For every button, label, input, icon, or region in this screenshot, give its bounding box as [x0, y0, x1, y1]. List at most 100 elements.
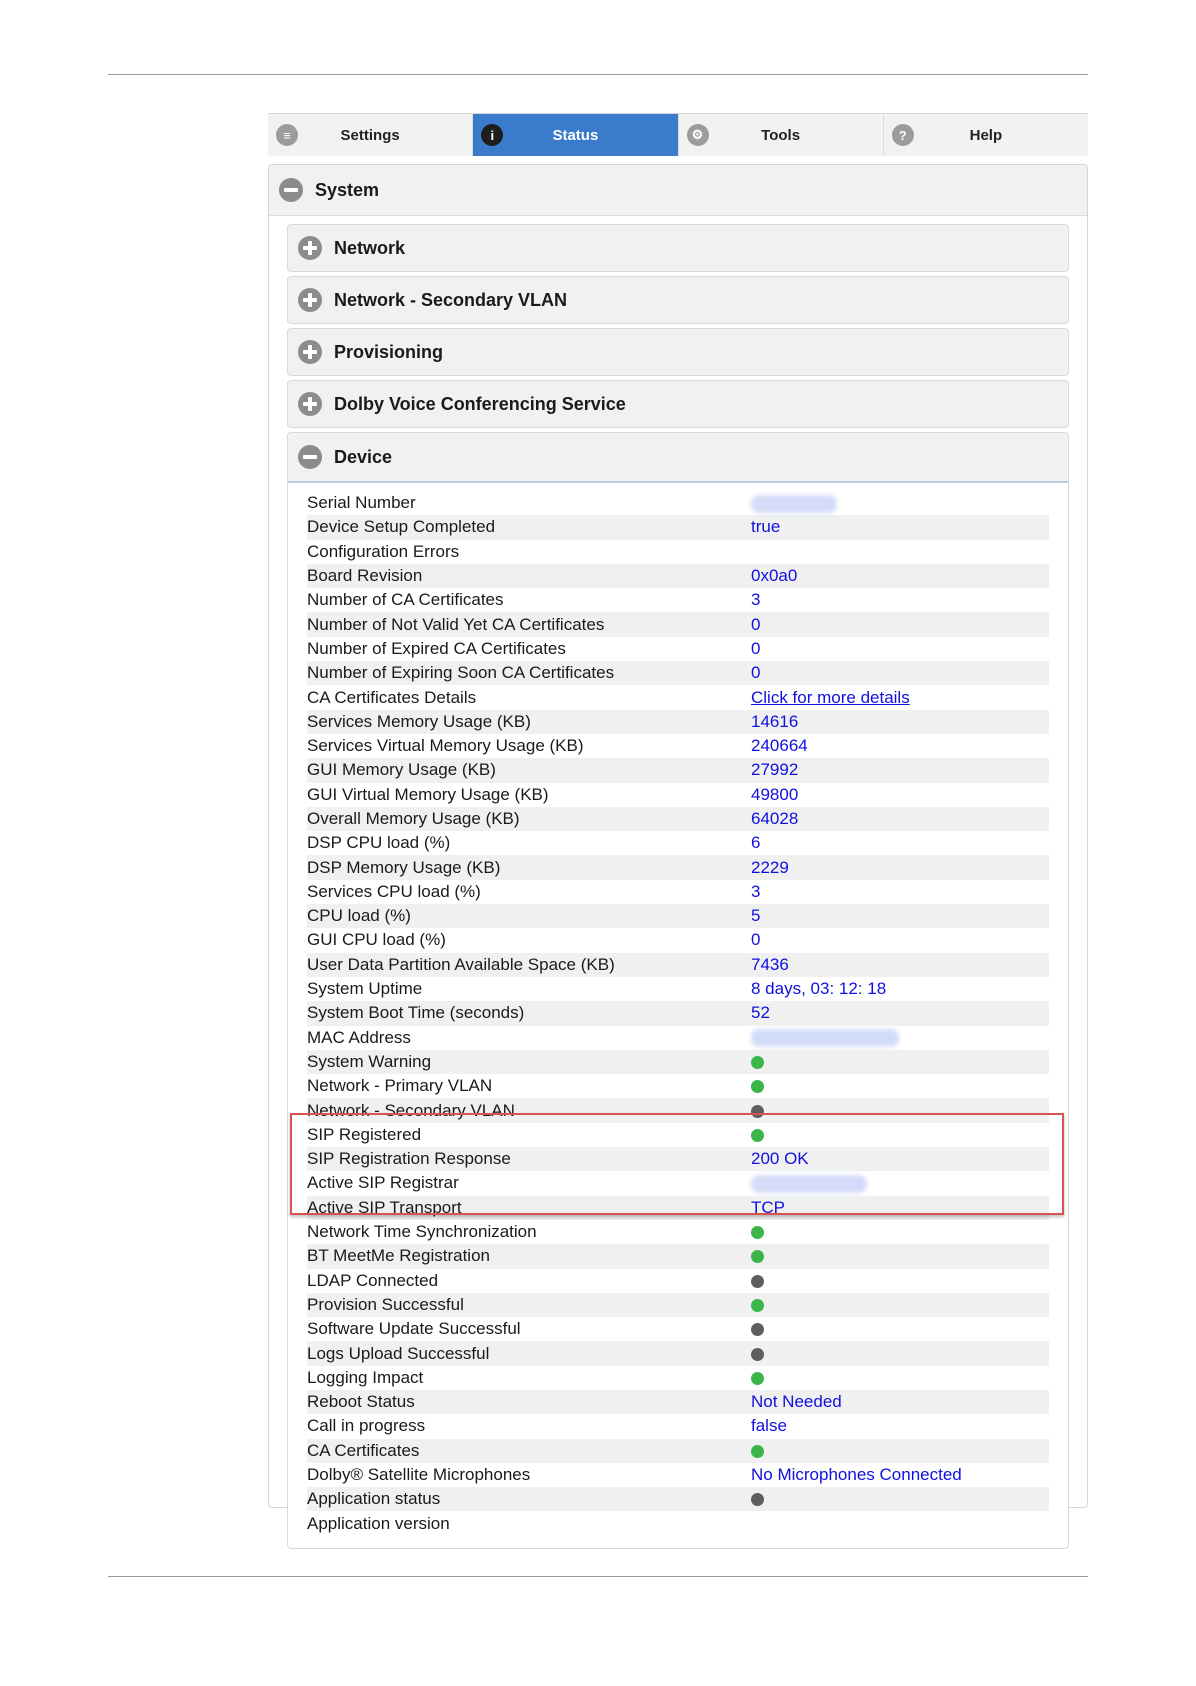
bottom-rule	[108, 1576, 1088, 1577]
expand-icon[interactable]	[298, 236, 322, 260]
row-label: Configuration Errors	[307, 541, 460, 561]
expand-icon[interactable]	[298, 340, 322, 364]
status-dot-icon	[751, 1226, 764, 1240]
status-dot-icon	[751, 1323, 764, 1337]
table-row: Board Revision 0x0a0	[307, 563, 1049, 589]
value-cell: 14616	[751, 709, 1049, 734]
row-label: DSP CPU load (%)	[307, 833, 451, 853]
table-row: Call in progress false	[307, 1414, 1049, 1438]
table-row: System Uptime 8 days, 03: 12: 18	[307, 977, 1049, 1001]
value-cell: 3	[751, 881, 761, 901]
system-header[interactable]: System	[269, 165, 1087, 216]
table-row: Number of CA Certificates 3	[307, 588, 1049, 612]
row-label: SIP Registered	[307, 1124, 422, 1144]
status-dot-icon	[751, 1371, 764, 1385]
row-label: Services CPU load (%)	[307, 881, 481, 901]
redaction-blur	[751, 1029, 899, 1048]
table-row: GUI Memory Usage (KB) 27992	[307, 758, 1049, 783]
gear-icon: ⚙	[686, 124, 709, 146]
row-label: Reboot Status	[307, 1389, 751, 1415]
table-row: DSP CPU load (%) 6	[307, 831, 1049, 855]
value-cell: 5	[751, 904, 1049, 929]
status-cell	[751, 1341, 1049, 1366]
system-panel: System Network Network - Secondary VLAN Pr…	[268, 164, 1088, 1549]
row-label: Board Revision	[307, 563, 751, 589]
row-label: Device Setup Completed	[307, 515, 751, 540]
table-row: LDAP Connected	[307, 1269, 1049, 1293]
value-cell: 200 OK	[751, 1147, 1049, 1172]
value-cell: 0	[751, 612, 1049, 637]
value-cell: 0	[751, 661, 1049, 686]
row-label: User Data Partition Available Space (KB)	[307, 952, 751, 977]
tab-settings[interactable]: ≡ Settings	[268, 114, 474, 156]
status-dot-icon	[751, 1080, 764, 1094]
details-link[interactable]: Click for more details	[751, 688, 910, 707]
row-label: Overall Memory Usage (KB)	[307, 806, 751, 832]
row-label: GUI Memory Usage (KB)	[307, 758, 751, 783]
table-row: Logs Upload Successful	[307, 1341, 1049, 1366]
table-row: GUI Virtual Memory Usage (KB) 49800	[307, 783, 1049, 807]
table-row: Provision Successful	[307, 1292, 1049, 1318]
expand-icon[interactable]	[298, 392, 322, 416]
row-label: Number of Not Valid Yet CA Certificates	[307, 612, 751, 637]
section-header[interactable]: Provisioning	[287, 328, 1069, 376]
table-row: DSP Memory Usage (KB) 2229	[307, 855, 1049, 880]
status-cell	[751, 1220, 1049, 1244]
row-label: Number of Expiring Soon CA Certificates	[307, 661, 751, 686]
collapse-icon[interactable]	[298, 445, 322, 469]
device-header[interactable]: Device	[288, 433, 1068, 483]
top-rule	[108, 74, 1088, 75]
table-row: CA Certificates Details Click for more de…	[307, 685, 1049, 709]
row-label: Active SIP Registrar	[307, 1173, 459, 1193]
table-row: Application status	[307, 1487, 1049, 1512]
value-cell: 2229	[751, 855, 1049, 880]
section-header[interactable]: Dolby Voice Conferencing Service	[287, 380, 1069, 428]
section-title: Provisioning	[334, 341, 444, 362]
value-cell: No Microphones Connected	[751, 1465, 962, 1485]
status-cell	[751, 1074, 1049, 1098]
section-title: Network	[334, 237, 406, 258]
row-label: CA Certificates	[307, 1438, 751, 1463]
row-label: CPU load (%)	[307, 904, 751, 929]
status-cell	[751, 1123, 1049, 1147]
section-header[interactable]: Network - Secondary VLAN	[287, 276, 1069, 324]
value-cell: TCP	[751, 1195, 1049, 1220]
row-label: LDAP Connected	[307, 1270, 439, 1290]
row-label: Application status	[307, 1487, 751, 1512]
status-cell	[751, 1269, 1049, 1293]
value-cell: 0x0a0	[751, 563, 1049, 589]
section-header[interactable]: Network	[287, 224, 1069, 272]
tab-label: Tools	[761, 126, 801, 144]
table-row: System Boot Time (seconds) 52	[307, 1001, 1049, 1026]
value-cell: true	[751, 515, 1049, 540]
row-label: Network - Primary VLAN	[307, 1076, 493, 1096]
tab-help[interactable]: ? Help	[884, 114, 1088, 156]
tab-label: Status	[552, 126, 599, 144]
table-row: Software Update Successful	[307, 1317, 1049, 1341]
tab-label: Settings	[340, 126, 400, 144]
tab-tools[interactable]: ⚙ Tools	[679, 114, 884, 156]
row-label: Dolby® Satellite Microphones	[307, 1465, 531, 1485]
section-title: Dolby Voice Conferencing Service	[334, 393, 626, 414]
expand-icon[interactable]	[298, 288, 322, 312]
status-cell	[751, 1098, 1049, 1123]
status-dot-icon	[751, 1493, 764, 1507]
row-label: SIP Registration Response	[307, 1147, 751, 1172]
table-row: MAC Address	[307, 1026, 1049, 1050]
table-row: Serial Number	[307, 491, 1049, 515]
value-cell	[751, 540, 1049, 564]
status-dot-icon	[751, 1274, 764, 1288]
table-row: GUI CPU load (%) 0	[307, 928, 1049, 952]
tab-status[interactable]: i Status	[473, 114, 679, 156]
value-cell: Click for more details	[751, 685, 1049, 709]
table-row: Overall Memory Usage (KB) 64028	[307, 806, 1049, 832]
status-dot-icon	[751, 1104, 764, 1118]
device-title: Device	[334, 446, 393, 467]
table-row: BT MeetMe Registration	[307, 1244, 1049, 1269]
row-label: CA Certificates Details	[307, 687, 477, 707]
device-section: Device Serial Number Device Setup Complet…	[287, 432, 1069, 1549]
collapse-icon[interactable]	[279, 178, 303, 202]
status-dot-icon	[751, 1347, 764, 1361]
value-cell: 8 days, 03: 12: 18	[751, 979, 887, 999]
table-row: Reboot Status Not Needed	[307, 1389, 1049, 1415]
